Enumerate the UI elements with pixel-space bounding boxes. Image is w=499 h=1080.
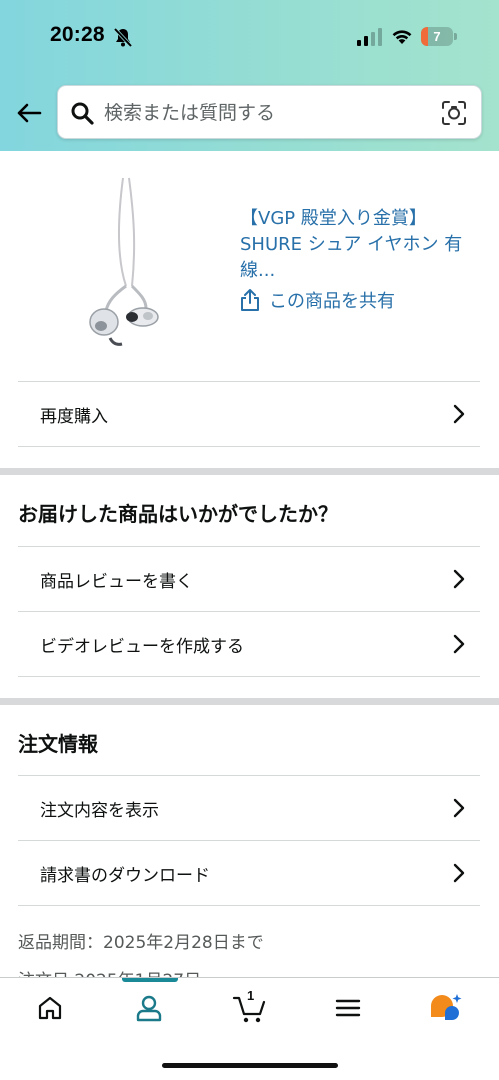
active-tab-indicator — [122, 978, 178, 982]
view-order-details-label: 注文内容を表示 — [40, 800, 159, 821]
view-order-details-row[interactable]: 注文内容を表示 — [18, 775, 480, 840]
search-icon — [71, 102, 94, 125]
cart-count-badge: 1 — [247, 988, 255, 1003]
rufus-assistant-icon — [431, 994, 462, 1020]
buy-again-label: 再度購入 — [40, 406, 108, 427]
search-bar[interactable] — [57, 85, 482, 139]
back-button[interactable] — [12, 96, 46, 130]
chevron-right-icon — [453, 798, 465, 818]
nav-rufus[interactable] — [426, 992, 466, 1024]
return-period-text: 返品期間：2025年2月28日まで — [18, 933, 264, 953]
battery-indicator: 7 — [421, 27, 457, 46]
share-product-link[interactable]: この商品を共有 — [240, 287, 395, 313]
order-section-heading: 注文情報 — [18, 732, 98, 756]
status-bar: 20:28 7 — [0, 0, 499, 70]
review-section-heading: お届けした商品はいかがでしたか？ — [18, 502, 338, 526]
camera-lens-icon[interactable] — [441, 100, 467, 126]
create-video-review-row[interactable]: ビデオレビューを作成する — [18, 611, 480, 676]
bell-muted-icon — [113, 27, 133, 48]
download-invoice-row[interactable]: 請求書のダウンロード — [18, 840, 480, 905]
write-review-label: 商品レビューを書く — [40, 571, 193, 592]
nav-account[interactable] — [129, 992, 169, 1024]
status-time: 20:28 — [50, 23, 105, 46]
app-header: 20:28 7 — [0, 0, 499, 151]
divider — [18, 905, 480, 906]
product-summary: 【VGP 殿堂入り金賞】SHURE シュア イヤホン 有線... この商品を共有 — [0, 151, 499, 382]
search-input[interactable] — [104, 96, 424, 130]
buy-again-row[interactable]: 再度購入 — [18, 381, 480, 446]
divider — [18, 676, 480, 677]
home-indicator — [162, 1063, 338, 1068]
hamburger-menu-icon — [335, 999, 361, 1017]
create-video-review-label: ビデオレビューを作成する — [40, 636, 244, 657]
chevron-right-icon — [453, 404, 465, 424]
product-image[interactable] — [80, 176, 170, 351]
section-divider — [0, 698, 499, 705]
download-invoice-label: 請求書のダウンロード — [40, 865, 210, 886]
cellular-signal-icon — [357, 28, 382, 46]
product-title-link[interactable]: 【VGP 殿堂入り金賞】SHURE シュア イヤホン 有線... — [240, 206, 480, 284]
share-label: この商品を共有 — [269, 291, 395, 312]
nav-cart[interactable]: 1 — [230, 988, 270, 1024]
chevron-right-icon — [453, 863, 465, 883]
write-review-row[interactable]: 商品レビューを書く — [18, 546, 480, 611]
chevron-right-icon — [453, 569, 465, 589]
battery-level: 7 — [433, 29, 441, 44]
divider — [18, 446, 480, 447]
home-icon — [38, 996, 62, 1020]
chevron-right-icon — [453, 634, 465, 654]
nav-home[interactable] — [30, 992, 70, 1024]
user-icon — [136, 995, 162, 1022]
section-divider — [0, 468, 499, 475]
arrow-left-icon — [17, 103, 42, 123]
nav-menu[interactable] — [328, 992, 368, 1024]
wifi-icon — [392, 30, 412, 44]
share-icon — [241, 289, 259, 311]
